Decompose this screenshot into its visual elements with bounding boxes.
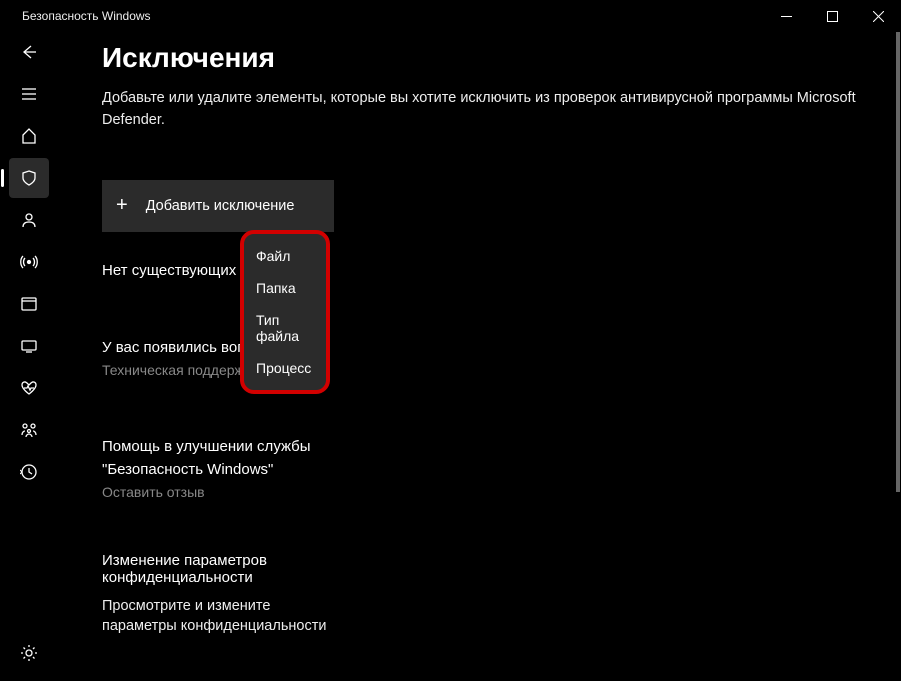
nav-settings[interactable]: [9, 633, 49, 673]
privacy-title-1: Изменение параметров: [102, 552, 901, 569]
close-button[interactable]: [855, 0, 901, 32]
add-exclusion-button[interactable]: + Добавить исключение: [102, 180, 334, 232]
exclusion-type-dropdown: Файл Папка Тип файла Процесс: [240, 230, 330, 394]
dropdown-item-file[interactable]: Файл: [244, 240, 326, 272]
hamburger-icon: [20, 85, 38, 103]
feedback-link[interactable]: Оставить отзыв: [102, 484, 901, 500]
plus-icon: +: [116, 194, 128, 217]
questions-title: У вас появились вопросы?: [102, 339, 901, 356]
arrow-left-icon: [20, 43, 38, 61]
device-icon: [20, 337, 38, 355]
menu-button[interactable]: [9, 74, 49, 114]
privacy-section: Изменение параметров конфиденциальности …: [102, 552, 901, 637]
family-icon: [20, 421, 38, 439]
page-title: Исключения: [102, 42, 901, 74]
content-area: Исключения Добавьте или удалите элементы…: [58, 32, 901, 681]
dropdown-item-process[interactable]: Процесс: [244, 352, 326, 384]
improve-title-2: "Безопасность Windows": [102, 461, 901, 478]
improve-title-1: Помощь в улучшении службы: [102, 438, 901, 455]
nav-performance[interactable]: [9, 368, 49, 408]
nav-device[interactable]: [9, 326, 49, 366]
nav-account[interactable]: [9, 200, 49, 240]
app-icon: [20, 295, 38, 313]
questions-section: У вас появились вопросы? Техническая под…: [102, 339, 901, 378]
privacy-desc-1: Просмотрите и измените: [102, 596, 901, 616]
maximize-icon: [827, 11, 838, 22]
shield-icon: [20, 169, 38, 187]
scrollbar[interactable]: [896, 32, 900, 492]
minimize-icon: [781, 11, 792, 22]
nav-app-browser[interactable]: [9, 284, 49, 324]
heart-pulse-icon: [20, 379, 38, 397]
improve-section: Помощь в улучшении службы "Безопасность …: [102, 438, 901, 500]
maximize-button[interactable]: [809, 0, 855, 32]
page-description: Добавьте или удалите элементы, которые в…: [102, 88, 892, 132]
person-icon: [20, 211, 38, 229]
close-icon: [873, 11, 884, 22]
nav-rail: [0, 32, 58, 681]
nav-history[interactable]: [9, 452, 49, 492]
add-exclusion-label: Добавить исключение: [146, 198, 295, 214]
nav-family[interactable]: [9, 410, 49, 450]
nav-virus-protection[interactable]: [9, 158, 49, 198]
gear-icon: [20, 644, 38, 662]
support-link[interactable]: Техническая поддержка: [102, 362, 901, 378]
nav-home[interactable]: [9, 116, 49, 156]
titlebar: Безопасность Windows: [0, 0, 901, 32]
home-icon: [20, 127, 38, 145]
back-button[interactable]: [9, 32, 49, 72]
dropdown-item-folder[interactable]: Папка: [244, 272, 326, 304]
minimize-button[interactable]: [763, 0, 809, 32]
window-title: Безопасность Windows: [22, 9, 151, 23]
exclusions-status: Нет существующих исключений.: [102, 262, 901, 279]
privacy-title-2: конфиденциальности: [102, 569, 901, 586]
privacy-desc-2: параметры конфиденциальности: [102, 616, 901, 636]
nav-firewall[interactable]: [9, 242, 49, 282]
dropdown-item-filetype[interactable]: Тип файла: [244, 304, 326, 352]
history-icon: [20, 463, 38, 481]
antenna-icon: [20, 253, 38, 271]
